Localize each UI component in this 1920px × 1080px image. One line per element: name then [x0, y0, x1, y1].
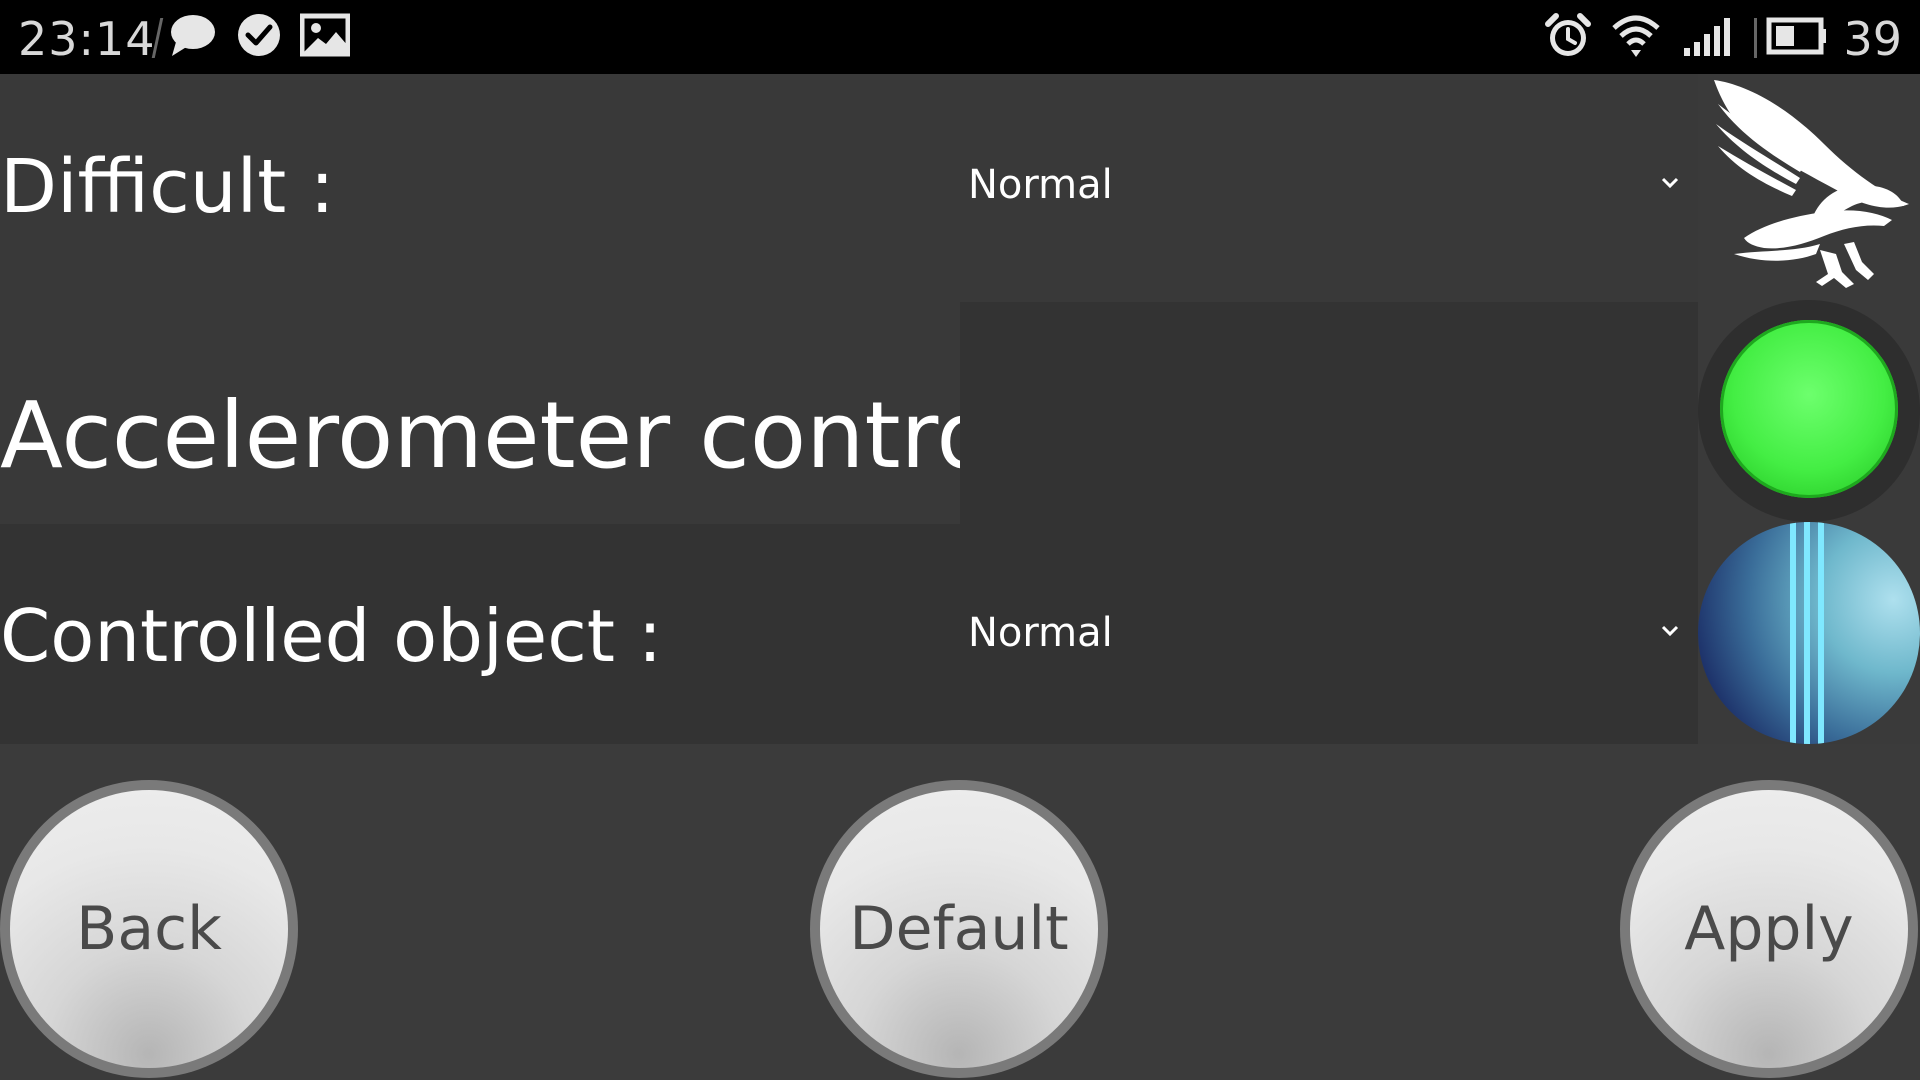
accelerometer-label: Accelerometer control :: [0, 382, 1079, 489]
preview-stripe: [1818, 522, 1824, 744]
preview-stripe: [1790, 522, 1796, 744]
default-button[interactable]: Default: [810, 780, 1108, 1078]
battery-level: 39: [1843, 12, 1902, 66]
chevron-down-icon: [1661, 625, 1679, 637]
image-icon: [300, 13, 350, 57]
screen: 23:14 39 Difficult: Normal Acceleromete…: [0, 0, 1920, 1080]
accelerometer-toggle-light[interactable]: [1720, 320, 1898, 498]
signal-icon: [1684, 18, 1730, 56]
alarm-icon: [1545, 13, 1591, 56]
controlled-object-row: Controlled object : Normal: [0, 524, 1698, 744]
difficulty-row: Difficult : Normal: [0, 74, 1698, 300]
controlled-object-select[interactable]: Normal: [940, 594, 1700, 674]
status-separator-right: [1754, 18, 1757, 58]
default-button-face[interactable]: Default: [820, 790, 1098, 1068]
back-button[interactable]: Back: [0, 780, 298, 1078]
eagle-logo-icon: [1714, 80, 1909, 288]
check-circle-icon: [238, 14, 280, 56]
apply-button[interactable]: Apply: [1620, 780, 1918, 1078]
apply-button-face[interactable]: Apply: [1630, 790, 1908, 1068]
wifi-icon: [1612, 15, 1660, 57]
settings-panel: Difficult : Normal Accelerometer control…: [0, 74, 1698, 744]
side-column: [1698, 74, 1920, 744]
back-button-label: Back: [76, 894, 222, 964]
difficulty-select-value: Normal: [968, 162, 1113, 208]
controlled-object-label: Controlled object :: [0, 594, 663, 678]
controlled-object-preview: [1698, 522, 1920, 744]
difficulty-select[interactable]: Normal: [940, 146, 1700, 226]
default-button-label: Default: [849, 894, 1069, 964]
difficulty-label: Difficult :: [0, 144, 335, 230]
chat-bubble-icon: [171, 15, 215, 56]
back-button-face[interactable]: Back: [10, 790, 288, 1068]
apply-button-label: Apply: [1684, 894, 1854, 964]
status-time: 23:14: [18, 12, 156, 66]
controlled-object-select-value: Normal: [968, 610, 1113, 656]
status-bar: 23:14 39: [0, 0, 1920, 74]
chevron-down-icon: [1661, 177, 1679, 189]
battery-icon: [1766, 17, 1826, 55]
preview-stripe: [1804, 522, 1810, 744]
accelerometer-row-shade: [960, 302, 1698, 524]
